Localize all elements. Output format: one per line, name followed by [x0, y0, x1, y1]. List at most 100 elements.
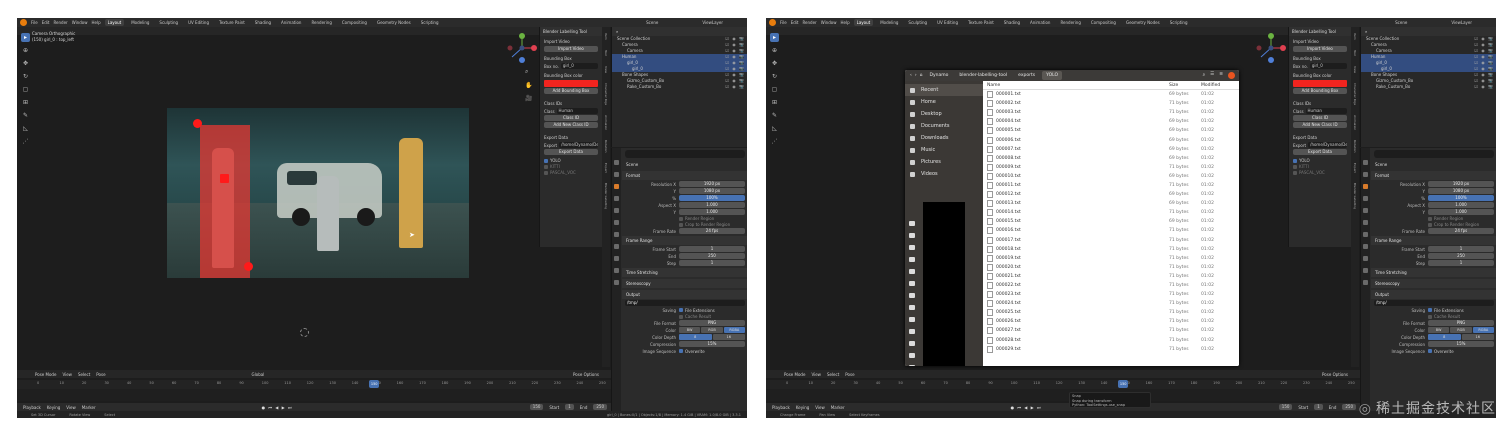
sidebar-tab-animation[interactable]: Animation [604, 115, 608, 130]
format-section[interactable]: Format [622, 171, 747, 180]
current-frame-marker[interactable]: 150 [369, 380, 380, 388]
tab-texture-paint[interactable]: Texture Paint [216, 19, 248, 26]
file-row[interactable]: 000023.txt 71 bytes 01:02 [983, 290, 1239, 299]
file-row[interactable]: 000024.txt 71 bytes 01:02 [983, 299, 1239, 308]
tab-compositing[interactable]: Compositing [339, 19, 370, 26]
folder-icon[interactable] [909, 269, 915, 274]
place-home[interactable]: Home [905, 96, 983, 108]
file-row[interactable]: 000028.txt 71 bytes 01:02 [983, 336, 1239, 345]
add-bounding-box-button[interactable]: Add Bounding Box [1293, 88, 1347, 94]
frame-end-field[interactable]: 250 [679, 253, 745, 259]
col-name[interactable]: Name [983, 83, 1169, 88]
frame-step-field[interactable]: 1 [679, 260, 745, 266]
menu-file[interactable]: File [780, 20, 787, 25]
marker-menu[interactable]: Marker [82, 405, 96, 410]
tab-scripting[interactable]: Scripting [1167, 19, 1191, 26]
breadcrumb-dynamo[interactable]: Dynamo [925, 71, 952, 80]
select-box-icon[interactable]: ▸ [21, 33, 30, 42]
class-field[interactable]: Human [556, 108, 598, 114]
output-section[interactable]: Output [622, 290, 747, 299]
render-props-icon[interactable] [614, 172, 619, 177]
frame-step-field[interactable]: 1 [1428, 260, 1494, 266]
color-depth-option[interactable]: 16 [712, 334, 745, 340]
start-field[interactable]: 1 [1314, 404, 1323, 410]
cache-result-checkbox[interactable]: Cache Result [1428, 314, 1494, 319]
add-icon[interactable]: ⋰ [770, 137, 779, 146]
file-row[interactable]: 000016.txt 71 bytes 01:02 [983, 226, 1239, 235]
export-data-button[interactable]: Export Data [1293, 149, 1347, 155]
sidebar-tab-labelling[interactable]: Blender Labelling [1353, 183, 1357, 209]
pan-hand-icon[interactable]: ✋ [525, 82, 532, 89]
back-icon[interactable]: ‹ [910, 73, 912, 78]
file-row[interactable]: 000025.txt 71 bytes 01:02 [983, 308, 1239, 317]
add-class-id-button[interactable]: Add New Class ID [1293, 122, 1347, 128]
sidebar-tab-view[interactable]: View [604, 66, 608, 73]
tab-modeling[interactable]: Modeling [877, 19, 901, 26]
file-row[interactable]: 000015.txt 69 bytes 01:02 [983, 217, 1239, 226]
pose-mode-dropdown[interactable]: Pose Mode [35, 372, 56, 377]
blender-logo-icon[interactable] [769, 19, 776, 26]
sidebar-tab-view[interactable]: View [1353, 66, 1357, 73]
menu-file[interactable]: File [31, 20, 38, 25]
sidebar-tab-item[interactable]: Item [1353, 33, 1357, 40]
menu-pose[interactable]: Pose [96, 372, 105, 377]
render-region-checkbox[interactable]: Render Region [1428, 216, 1494, 221]
frame-range-section[interactable]: Frame Range [622, 236, 747, 245]
place-downloads[interactable]: Downloads [905, 132, 983, 144]
menu-edit[interactable]: Edit [791, 20, 799, 25]
transport-controls-icon[interactable]: ● ⏮ ◀ ▶ ⏭ [262, 405, 293, 410]
outliner-row[interactable]: Rake_Custom_Bo ☑ ◉ 📷 [612, 84, 747, 90]
keying-menu[interactable]: Keying [47, 405, 60, 410]
property-value[interactable]: 1.000 [1428, 209, 1494, 215]
import-video-button[interactable]: Import Video [544, 46, 598, 52]
scene-props-icon[interactable] [1363, 208, 1368, 213]
file-row[interactable]: 000008.txt 69 bytes 01:02 [983, 154, 1239, 163]
folder-icon[interactable] [909, 281, 915, 286]
class-id-field[interactable]: Class ID [544, 115, 598, 121]
view-layer-props-icon[interactable] [614, 196, 619, 201]
navigation-gizmo-icon[interactable] [1256, 33, 1286, 63]
property-value[interactable]: 1.000 [1428, 202, 1494, 208]
frame-range-section[interactable]: Frame Range [1371, 236, 1496, 245]
property-value[interactable]: 100% [679, 195, 745, 201]
bbox-color-swatch[interactable] [1293, 80, 1347, 87]
menu-help[interactable]: Help [840, 20, 849, 25]
tab-uv-editing[interactable]: UV Editing [934, 19, 961, 26]
file-row[interactable]: 000004.txt 69 bytes 01:02 [983, 117, 1239, 126]
tab-uv-editing[interactable]: UV Editing [185, 19, 212, 26]
measure-icon[interactable]: ◺ [770, 124, 779, 133]
export-data-button[interactable]: Export Data [544, 149, 598, 155]
output-props-icon[interactable] [1363, 184, 1368, 189]
view-menu[interactable]: View [66, 405, 76, 410]
add-bounding-box-button[interactable]: Add Bounding Box [544, 88, 598, 94]
breadcrumb-exports[interactable]: exports [1014, 71, 1039, 80]
view-options-icon[interactable]: ☰ [1210, 72, 1214, 79]
transform-icon[interactable]: ⊞ [21, 98, 30, 107]
sidebar-tab-tool[interactable]: Tool [604, 50, 608, 56]
color-mode-option[interactable]: RGB [1450, 327, 1472, 333]
outliner-row[interactable]: Rake_Custom_Bo ☑ ◉ 📷 [1361, 84, 1496, 90]
blender-logo-icon[interactable] [20, 19, 27, 26]
menu-edit[interactable]: Edit [42, 20, 50, 25]
scale-icon[interactable]: ▢ [770, 85, 779, 94]
render-region-checkbox[interactable]: Render Region [679, 216, 745, 221]
modifier-props-icon[interactable] [1363, 244, 1368, 249]
visibility-toggle-icon[interactable]: ☑ ◉ 📷 [725, 84, 745, 90]
object-props-icon[interactable] [614, 232, 619, 237]
panel-header[interactable]: Blender Labelling Tool [540, 27, 602, 36]
folder-icon[interactable] [909, 305, 915, 310]
cursor-icon[interactable]: ⊕ [770, 46, 779, 55]
folder-icon[interactable] [909, 233, 915, 238]
color-mode-option[interactable]: BW [1428, 327, 1450, 333]
add-class-id-button[interactable]: Add New Class ID [544, 122, 598, 128]
current-frame-field[interactable]: 150 [529, 404, 544, 410]
bbox-color-swatch[interactable] [544, 80, 598, 87]
tab-geometry-nodes[interactable]: Geometry Nodes [374, 19, 414, 26]
property-value[interactable]: 1920 px [1428, 181, 1494, 187]
color-mode-option[interactable]: BW [679, 327, 701, 333]
navigation-gizmo-icon[interactable] [507, 33, 537, 63]
time-stretching-section[interactable]: Time Stretching [1371, 268, 1496, 277]
playback-menu[interactable]: Playback [23, 405, 41, 410]
add-icon[interactable]: ⋰ [21, 137, 30, 146]
zoom-icon[interactable]: ⌕ [525, 68, 532, 76]
